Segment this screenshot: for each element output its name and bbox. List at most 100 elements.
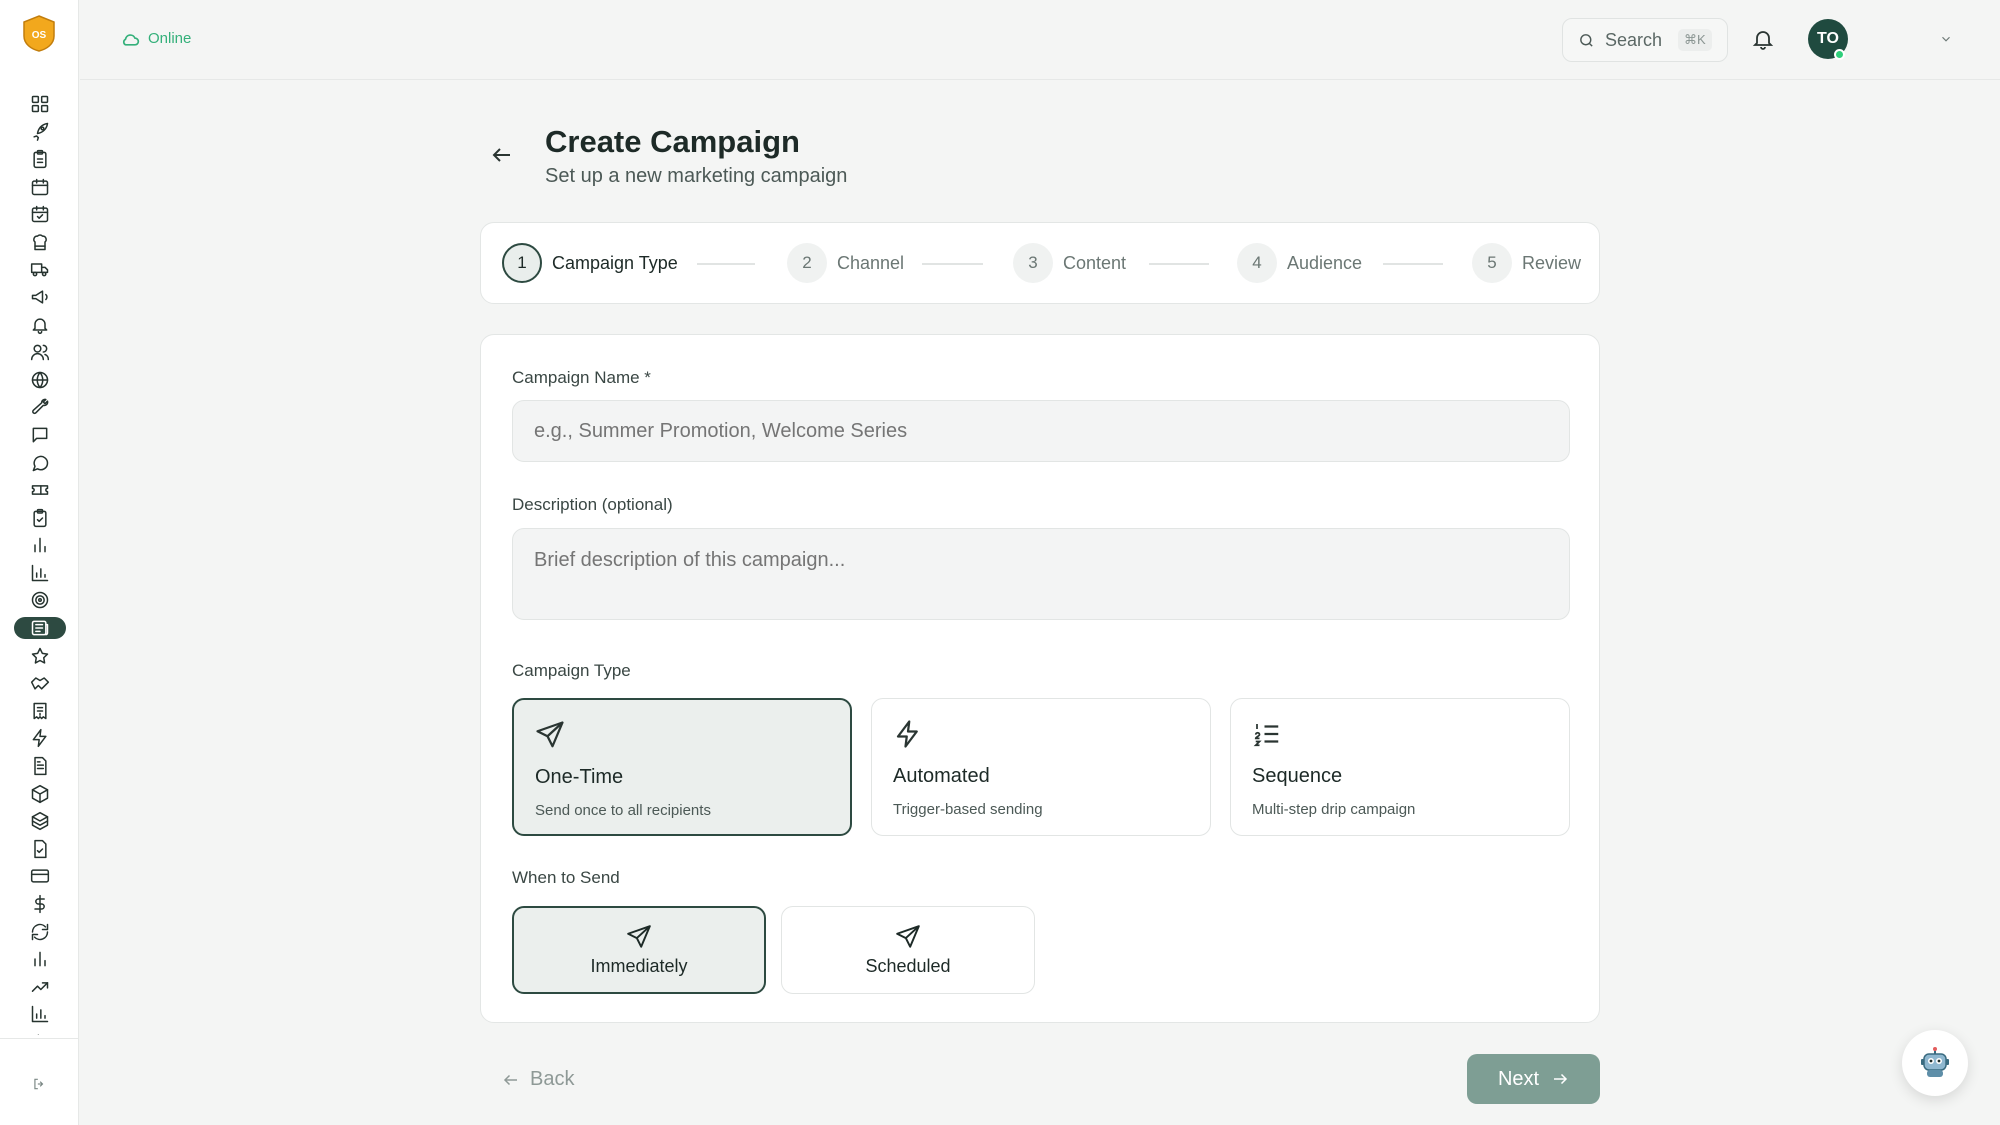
arrow-right-icon (1551, 1070, 1569, 1088)
newspaper-icon (30, 618, 50, 638)
campaign-type-label: Campaign Type (512, 661, 631, 680)
step-content[interactable]: 3 Content (1013, 243, 1126, 283)
step-label: Review (1522, 252, 1582, 273)
sidebar-item-bar-chart-axis[interactable] (14, 1001, 66, 1029)
handshake-icon (30, 673, 50, 693)
star-icon (30, 646, 50, 666)
grid-icon (30, 94, 50, 114)
globe-icon (30, 370, 50, 390)
campaign-name-label: Campaign Name * (512, 368, 651, 387)
trending-up-icon (30, 977, 50, 997)
back-label: Back (530, 1068, 575, 1090)
when-to-send-label: When to Send (512, 868, 620, 887)
sidebar-item-truck[interactable] (14, 256, 66, 284)
back-arrow-icon[interactable] (490, 143, 514, 167)
sidebar-item-globe[interactable] (14, 366, 66, 394)
wrench-icon (30, 397, 50, 417)
file-text-icon (30, 756, 50, 776)
dollar-icon (30, 894, 50, 914)
megaphone-icon (30, 287, 50, 307)
sidebar-item-activity[interactable] (14, 1028, 66, 1035)
users-icon (30, 342, 50, 362)
credit-card-icon (30, 866, 50, 886)
when-option-label: Immediately (590, 955, 688, 976)
search-label: Search (1605, 29, 1663, 50)
activity-icon (30, 1032, 50, 1035)
sidebar-item-bell[interactable] (14, 311, 66, 339)
sidebar-item-newspaper[interactable] (14, 617, 66, 640)
step-number: 2 (787, 243, 827, 283)
sidebar-item-rocket[interactable] (14, 118, 66, 146)
rocket-icon (30, 121, 50, 142)
campaign-name-input[interactable] (512, 400, 1570, 462)
type-description: Multi-step drip campaign (1252, 801, 1416, 818)
sidebar-item-trending-up[interactable] (14, 973, 66, 1001)
next-button[interactable]: Next (1467, 1054, 1600, 1104)
step-number: 4 (1237, 243, 1277, 283)
send-icon (895, 924, 921, 950)
sidebar-item-grid[interactable] (14, 90, 66, 118)
next-label: Next (1497, 1067, 1540, 1090)
sidebar-item-chef-hat[interactable] (14, 228, 66, 256)
sidebar-item-file-text[interactable] (14, 752, 66, 780)
sidebar-item-clipboard-check[interactable] (14, 504, 66, 532)
step-review[interactable]: 5 Review (1472, 243, 1581, 283)
refresh-icon (30, 922, 50, 942)
page-title: Create Campaign (545, 124, 800, 159)
sidebar-item-target[interactable] (14, 587, 66, 615)
package-icon (30, 784, 50, 804)
robot-icon (1918, 1046, 1952, 1080)
notifications-bell-icon[interactable] (1751, 27, 1775, 51)
app-logo[interactable]: OS (21, 14, 57, 52)
step-label: Campaign Type (552, 252, 678, 273)
sidebar-item-clipboard[interactable] (14, 145, 66, 173)
sidebar-item-calendar[interactable] (14, 173, 66, 201)
sidebar-item-message-square[interactable] (14, 421, 66, 449)
sidebar-item-ticket[interactable] (14, 476, 66, 504)
bar-chart-axis-icon (30, 1004, 50, 1024)
sidebar-item-handshake[interactable] (14, 669, 66, 697)
receipt-icon (30, 701, 50, 721)
sidebar-item-bar-chart[interactable] (14, 945, 66, 973)
description-textarea[interactable] (512, 528, 1570, 620)
step-campaign-type[interactable]: 1 Campaign Type (502, 243, 678, 283)
sidebar-item-bar-chart-axis[interactable] (14, 559, 66, 587)
sidebar-item-dollar[interactable] (14, 890, 66, 918)
sidebar-item-package[interactable] (14, 780, 66, 808)
chevron-down-icon[interactable] (1939, 32, 1953, 46)
sidebar-item-megaphone[interactable] (14, 283, 66, 311)
bar-chart-icon (30, 949, 50, 969)
sidebar-item-star[interactable] (14, 642, 66, 670)
sidebar: OS (0, 0, 79, 1125)
sidebar-item-users[interactable] (14, 338, 66, 366)
sidebar-item-boxes[interactable] (14, 807, 66, 835)
bar-chart-axis-icon (30, 563, 50, 583)
step-number: 5 (1472, 243, 1512, 283)
send-immediately-button[interactable]: Immediately (512, 906, 766, 994)
sidebar-item-zap[interactable] (14, 725, 66, 753)
step-connector (697, 263, 755, 265)
step-audience[interactable]: 4 Audience (1237, 243, 1362, 283)
assistant-bot-button[interactable] (1902, 1030, 1968, 1096)
sidebar-item-receipt[interactable] (14, 697, 66, 725)
sidebar-item-credit-card[interactable] (14, 863, 66, 891)
zap-icon (893, 719, 923, 749)
sidebar-item-calendar-check[interactable] (14, 200, 66, 228)
search-button[interactable]: Search ⌘K (1562, 18, 1728, 62)
campaign-type-sequence[interactable]: Sequence Multi-step drip campaign (1230, 698, 1570, 836)
sidebar-item-file-check[interactable] (14, 835, 66, 863)
type-title: Automated (893, 765, 990, 787)
sidebar-item-bar-chart[interactable] (14, 532, 66, 560)
collapse-sidebar-icon[interactable] (32, 1077, 46, 1091)
send-scheduled-button[interactable]: Scheduled (781, 906, 1035, 994)
sidebar-item-refresh[interactable] (14, 918, 66, 946)
step-channel[interactable]: 2 Channel (787, 243, 904, 283)
campaign-type-automated[interactable]: Automated Trigger-based sending (871, 698, 1211, 836)
campaign-type-one-time[interactable]: One-Time Send once to all recipients (512, 698, 852, 836)
sidebar-item-message-circle[interactable] (14, 449, 66, 477)
back-button[interactable]: Back (502, 1068, 574, 1091)
sidebar-item-wrench[interactable] (14, 394, 66, 422)
file-check-icon (30, 839, 50, 859)
clipboard-icon (30, 149, 50, 169)
sidebar-footer (0, 1038, 79, 1125)
